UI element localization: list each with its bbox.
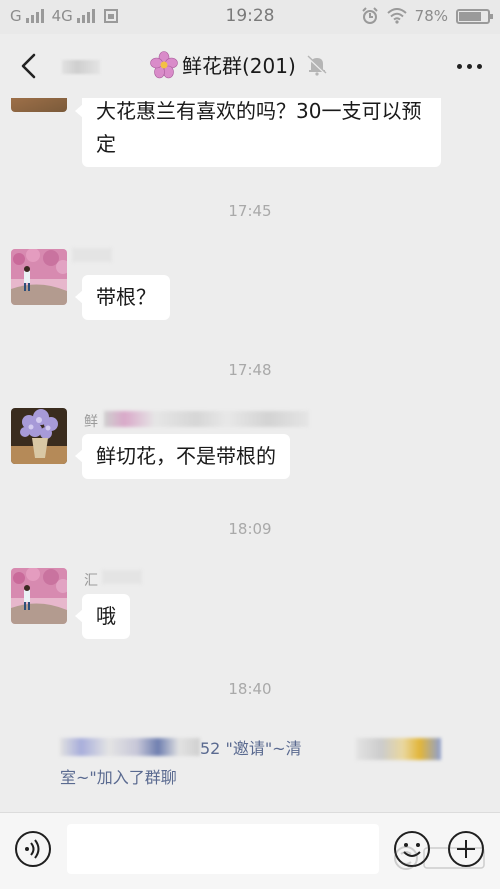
voice-icon — [15, 831, 51, 867]
wifi-icon — [386, 8, 407, 24]
more-options-button[interactable] — [442, 56, 482, 76]
message-text: 大花惠兰有喜欢的吗？30一支可以预定 — [96, 99, 422, 156]
battery-fill — [459, 11, 481, 21]
status-right: 78% — [361, 7, 493, 25]
sender-name-text: 汇 — [84, 573, 98, 589]
flower-icon — [150, 50, 178, 78]
more-dot-icon — [477, 63, 482, 69]
avatar-image — [11, 249, 67, 305]
blurred-member-names — [356, 738, 441, 760]
avatar[interactable] — [11, 98, 67, 112]
more-dot-icon — [467, 63, 472, 69]
more-dot-icon — [457, 63, 462, 69]
message-bubble[interactable]: 带根？ — [75, 275, 170, 320]
avatar-image — [11, 408, 67, 464]
system-message-line1: 52 "邀请"~清 — [200, 735, 302, 762]
sender-name-text: 鲜 — [84, 414, 98, 430]
sender-name: 鲜 — [84, 411, 98, 431]
system-text: 室~"加入了群聊 — [60, 768, 177, 787]
status-bar: G 4G 19:28 78% — [0, 0, 500, 34]
battery-icon — [456, 8, 493, 24]
watermark-logo — [394, 846, 485, 870]
avatar-image — [11, 568, 67, 624]
message-text: 带根？ — [96, 285, 156, 309]
timestamp: 18:40 — [228, 680, 272, 698]
blurred-sender-name — [72, 248, 112, 262]
system-message-line2: 室~"加入了群聊 — [60, 764, 177, 791]
alarm-icon — [361, 7, 378, 24]
chat-header: 鲜花群(201) — [0, 34, 500, 98]
chat-title[interactable]: 鲜花群(201) — [150, 50, 328, 79]
chat-area[interactable]: 大花惠兰有喜欢的吗？30一支可以预定 17:45 带根？ 17:48 鲜 鲜切花… — [0, 98, 500, 812]
blurred-sender-name — [102, 570, 142, 584]
back-arrow-icon — [21, 53, 36, 79]
avatar[interactable] — [11, 408, 67, 464]
timestamp: 18:09 — [228, 520, 272, 538]
message-bubble[interactable]: 大花惠兰有喜欢的吗？30一支可以预定 — [75, 98, 441, 167]
back-button[interactable] — [14, 50, 46, 82]
timestamp: 17:45 — [228, 202, 272, 220]
message-bubble[interactable]: 哦 — [75, 594, 130, 639]
voice-button[interactable] — [14, 830, 52, 868]
sender-name: 汇 — [84, 570, 98, 590]
system-text-fragment: "邀请"~清 — [225, 739, 302, 758]
message-text: 哦 — [96, 604, 116, 628]
blurred-unread-count — [62, 60, 100, 74]
avatar[interactable] — [11, 568, 67, 624]
battery-percent: 78% — [414, 7, 448, 25]
message-text: 鲜切花，不是带根的 — [96, 444, 276, 468]
timestamp: 17:48 — [228, 361, 272, 379]
blurred-sender-name — [104, 411, 309, 427]
system-text-fragment: 52 — [200, 739, 221, 758]
bell-off-icon — [306, 54, 327, 76]
chat-title-text: 鲜花群(201) — [182, 54, 296, 78]
blurred-member-names — [60, 738, 200, 756]
message-input[interactable] — [67, 824, 379, 874]
avatar[interactable] — [11, 249, 67, 305]
message-bubble[interactable]: 鲜切花，不是带根的 — [75, 434, 290, 479]
